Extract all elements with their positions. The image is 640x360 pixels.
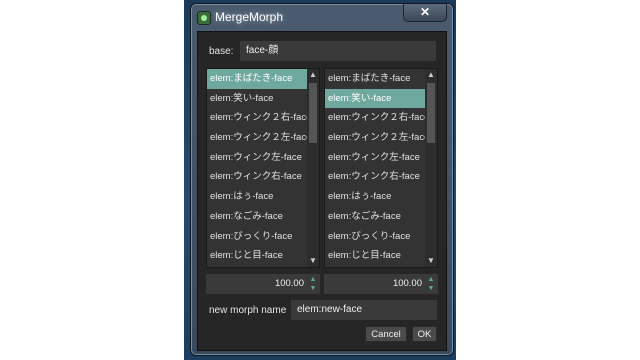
cancel-button[interactable]: Cancel — [365, 326, 407, 342]
right-list-item[interactable]: elem:ウィンク２左-face — [325, 128, 426, 148]
left-scroll-down-icon[interactable]: ▼ — [307, 255, 319, 267]
right-morph-list[interactable]: elem:まばたき-face elem:笑い-face elem:ウィンク２右-fa… — [324, 68, 438, 268]
left-weight-up-icon[interactable]: ▲ — [308, 275, 318, 284]
title-bar[interactable]: MergeMorph ✕ — [191, 4, 453, 30]
right-weight-down-icon[interactable]: ▼ — [426, 284, 436, 293]
right-weight-spinbox[interactable]: 100.00 ▲ ▼ — [324, 274, 438, 294]
base-input[interactable]: face-顔 — [240, 41, 436, 61]
new-morph-name-input[interactable]: elem:new-face — [291, 300, 437, 320]
right-list-item[interactable]: elem:びっくり-face — [325, 227, 426, 247]
base-label: base: — [209, 46, 234, 57]
left-morph-list[interactable]: elem:まばたき-face elem:笑い-face elem:ウィンク２右-fa… — [206, 68, 320, 268]
left-list-scrollbar[interactable]: ▲ ▼ — [307, 69, 319, 267]
left-list-item[interactable]: elem:ウィンク右-face — [207, 167, 308, 187]
left-scroll-thumb[interactable] — [309, 83, 317, 143]
window-title: MergeMorph — [215, 10, 284, 24]
right-list-items: elem:まばたき-face elem:笑い-face elem:ウィンク２右-fa… — [325, 69, 437, 266]
left-list-item[interactable]: elem:なごみ-face — [207, 207, 308, 227]
left-list-item[interactable]: elem:笑い-face — [207, 89, 308, 109]
right-list-item[interactable]: elem:なごみ-face — [325, 207, 426, 227]
right-list-item[interactable]: elem:笑い-face — [325, 88, 426, 109]
ok-button[interactable]: OK — [412, 326, 437, 342]
dialog-client-area: base: face-顔 elem:まばたき-face elem:笑い-face e… — [197, 31, 447, 351]
right-weight-up-icon[interactable]: ▲ — [426, 275, 436, 284]
right-list-item[interactable]: elem:ウィンク左-face — [325, 148, 426, 168]
right-list-item[interactable]: elem:ウィンク右-face — [325, 167, 426, 187]
left-list-item[interactable]: elem:はぅ-face — [207, 187, 308, 207]
left-list-item[interactable]: elem:ウィンク２右-face — [207, 108, 308, 128]
right-scroll-up-icon[interactable]: ▲ — [425, 69, 437, 81]
mergemorph-window: MergeMorph ✕ base: face-顔 elem:まばたき-face… — [190, 3, 454, 356]
right-scroll-thumb[interactable] — [427, 83, 435, 143]
right-list-item[interactable]: elem:じと目-face — [325, 246, 426, 266]
left-list-items: elem:まばたき-face elem:笑い-face elem:ウィンク２右-fa… — [207, 69, 319, 266]
right-scroll-down-icon[interactable]: ▼ — [425, 255, 437, 267]
left-list-item[interactable]: elem:まばたき-face — [207, 69, 308, 89]
close-button[interactable]: ✕ — [403, 4, 447, 22]
left-scroll-up-icon[interactable]: ▲ — [307, 69, 319, 81]
right-list-scrollbar[interactable]: ▲ ▼ — [425, 69, 437, 267]
right-list-item[interactable]: elem:ウィンク２右-face — [325, 108, 426, 128]
left-weight-down-icon[interactable]: ▼ — [308, 284, 318, 293]
right-weight-value: 100.00 — [392, 278, 422, 289]
left-list-item[interactable]: elem:ウィンク左-face — [207, 148, 308, 168]
left-weight-value: 100.00 — [274, 278, 304, 289]
right-list-item[interactable]: elem:まばたき-face — [325, 69, 426, 89]
left-weight-spinbox[interactable]: 100.00 ▲ ▼ — [206, 274, 320, 294]
left-list-item[interactable]: elem:じと目-face — [207, 246, 308, 266]
right-list-item[interactable]: elem:はぅ-face — [325, 187, 426, 207]
app-icon — [197, 11, 211, 25]
left-list-item[interactable]: elem:びっくり-face — [207, 227, 308, 247]
left-list-item[interactable]: elem:ウィンク２左-face — [207, 128, 308, 148]
new-morph-name-label: new morph name — [209, 305, 287, 316]
